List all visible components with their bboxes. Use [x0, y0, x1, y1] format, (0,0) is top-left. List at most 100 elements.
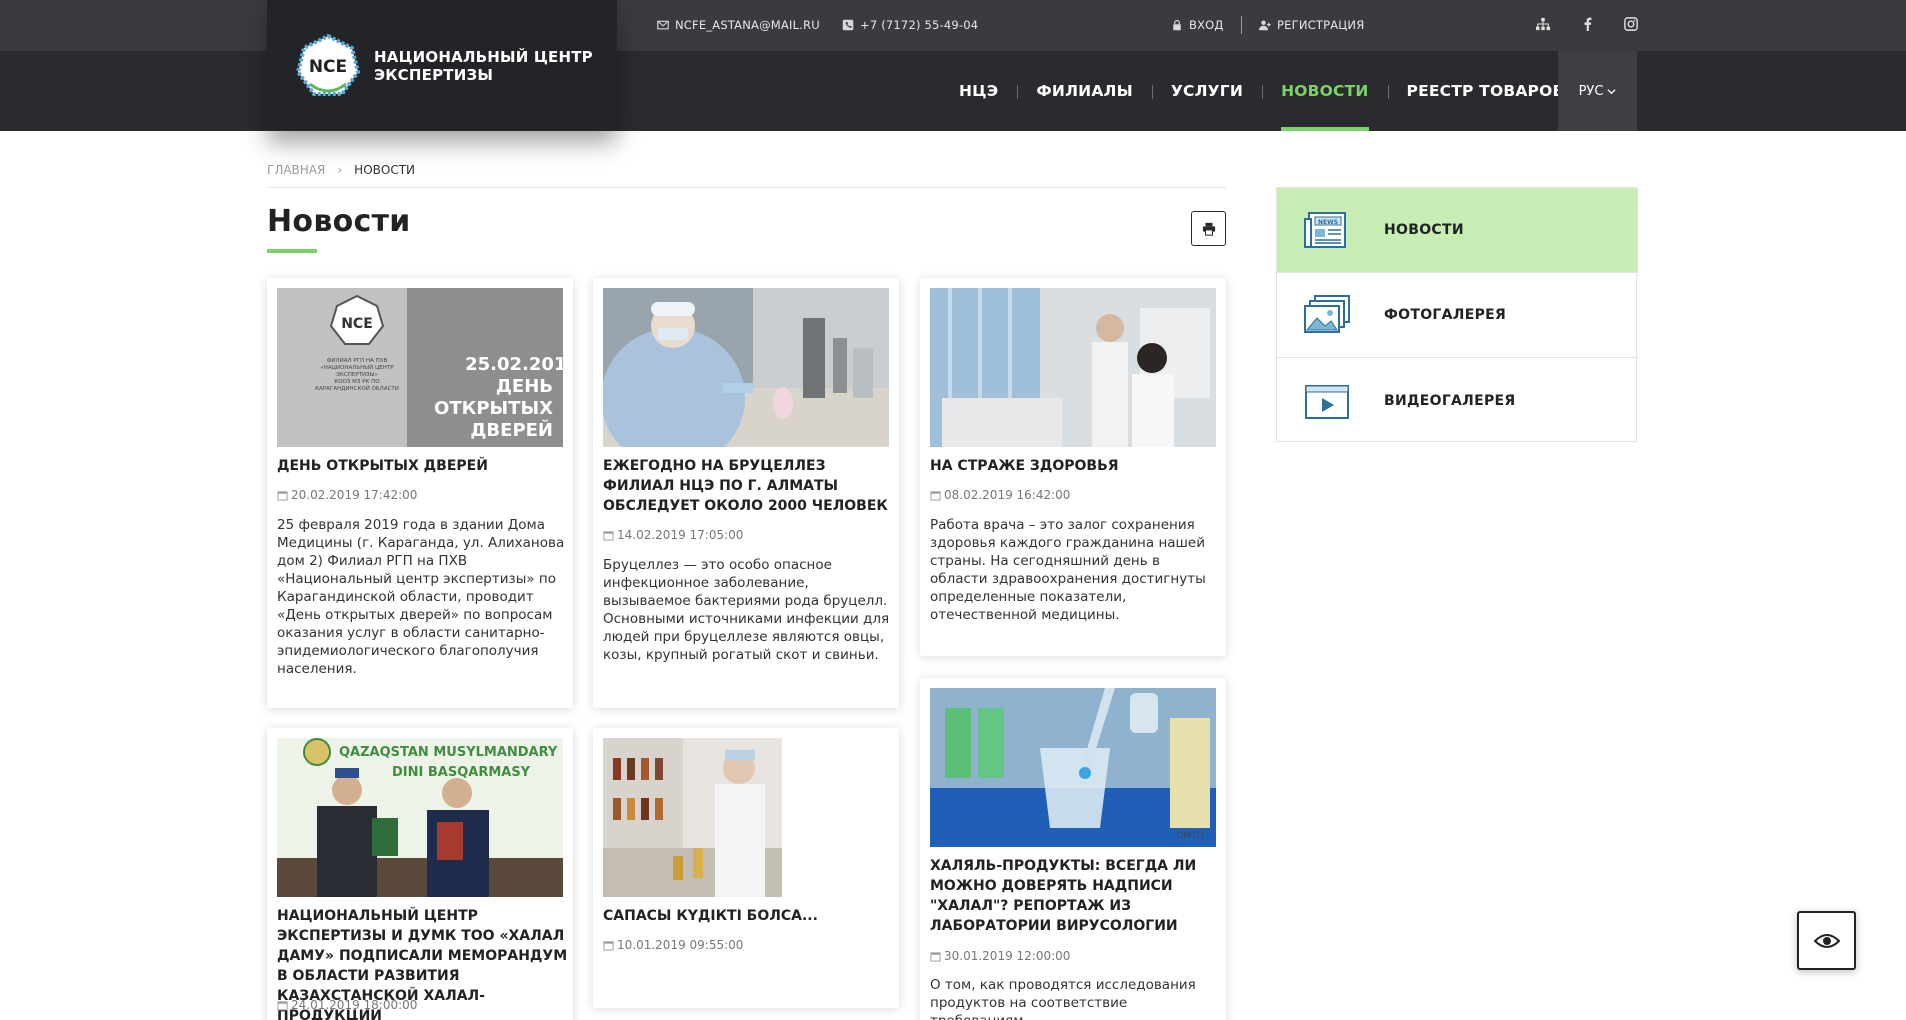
svg-text:ЭКСПЕРТИЗЫ»: ЭКСПЕРТИЗЫ» [336, 372, 378, 378]
news-date-text: 08.02.2019 16:42:00 [944, 488, 1071, 502]
news-date: 20.02.2019 17:42:00 [277, 488, 417, 502]
news-thumbnail[interactable] [603, 738, 782, 897]
title-underline [267, 249, 317, 253]
news-card[interactable]: НА СТРАЖЕ ЗДОРОВЬЯ 08.02.2019 16:42:00 Р… [920, 278, 1226, 656]
news-thumbnail[interactable] [930, 288, 1216, 447]
language-selector[interactable]: РУС [1558, 51, 1637, 131]
photo-gallery-icon [1304, 295, 1350, 333]
breadcrumb-current: НОВОСТИ [354, 163, 416, 177]
news-date: 08.02.2019 16:42:00 [930, 488, 1070, 502]
news-card[interactable]: ЕЖЕГОДНО НА БРУЦЕЛЛЕЗ ФИЛИАЛ НЦЭ ПО Г. А… [593, 278, 899, 708]
news-title[interactable]: ХАЛЯЛЬ-ПРОДУКТЫ: ВСЕГДА ЛИ МОЖНО ДОВЕРЯТ… [930, 856, 1222, 936]
news-title[interactable]: ЕЖЕГОДНО НА БРУЦЕЛЛЕЗ ФИЛИАЛ НЦЭ ПО Г. А… [603, 456, 889, 516]
svg-text:ФИЛИАЛ РГП НА ПХВ: ФИЛИАЛ РГП НА ПХВ [327, 358, 388, 364]
sidebar-item-video-gallery[interactable]: ВИДЕОГАЛЕРЕЯ [1277, 358, 1638, 443]
news-thumbnail[interactable]: NCE ФИЛИАЛ РГП НА ПХВ «НАЦИОНАЛЬНЫЙ ЦЕНТ… [277, 288, 563, 447]
svg-text:«НАЦИОНАЛЬНЫЙ ЦЕНТР: «НАЦИОНАЛЬНЫЙ ЦЕНТР [320, 364, 394, 371]
logo-text: НАЦИОНАЛЬНЫЙ ЦЕНТР ЭКСПЕРТИЗЫ [374, 48, 593, 84]
news-date-text: 20.02.2019 17:42:00 [291, 488, 418, 502]
news-date: 10.01.2019 09:55:00 [603, 938, 743, 952]
accessibility-button[interactable] [1797, 911, 1856, 970]
sidebar-item-label: ВИДЕОГАЛЕРЕЯ [1384, 392, 1516, 409]
news-date: 14.02.2019 17:05:00 [603, 528, 743, 542]
print-button[interactable] [1191, 211, 1226, 246]
breadcrumb-home[interactable]: ГЛАВНАЯ [267, 163, 325, 177]
sidebar-item-label: НОВОСТИ [1384, 222, 1464, 238]
news-date-text: 24.01.2019 18:00:00 [291, 998, 418, 1012]
calendar-icon [277, 1000, 288, 1011]
news-excerpt: 25 февраля 2019 года в здании Дома Медиц… [277, 517, 565, 677]
print-icon [1202, 222, 1215, 236]
language-label: РУС [1578, 83, 1604, 99]
svg-text:КАРАГАНДИНСКОЙ ОБЛАСТИ: КАРАГАНДИНСКОЙ ОБЛАСТИ [315, 385, 399, 392]
news-thumbnail[interactable] [603, 288, 889, 447]
news-date: 24.01.2019 18:00:00 [277, 998, 417, 1012]
news-thumbnail[interactable]: QAZAQSTAN MUSYLMANDARY DINI BASQARMASY [277, 738, 563, 897]
sidebar-item-news[interactable]: NEWS НОВОСТИ [1277, 188, 1638, 273]
nav-item-registry[interactable]: РЕЕСТР ТОВАРОВ [1387, 51, 1584, 131]
svg-text:NCE: NCE [309, 57, 347, 77]
nav-item-news[interactable]: НОВОСТИ [1262, 51, 1387, 131]
site-logo[interactable]: NCE НАЦИОНАЛЬНЫЙ ЦЕНТР ЭКСПЕРТИЗЫ [267, 0, 617, 131]
sidebar-item-photo-gallery[interactable]: ФОТОГАЛЕРЕЯ [1277, 273, 1638, 358]
calendar-icon [930, 490, 941, 501]
svg-text:DINI BASQARMASY: DINI BASQARMASY [392, 765, 531, 780]
chevron-down-icon [1607, 88, 1616, 94]
svg-text:КООЗ МЗ РК ПО: КООЗ МЗ РК ПО [334, 379, 380, 385]
sitemap-link[interactable] [1536, 16, 1554, 34]
instagram-link[interactable] [1624, 16, 1642, 34]
svg-text:25.02.2019: 25.02.2019 [465, 354, 563, 375]
sitemap-icon [1536, 17, 1550, 31]
email-link[interactable]: NCFE_ASTANA@MAIL.RU [657, 18, 820, 32]
register-text: РЕГИСТРАЦИЯ [1277, 18, 1365, 32]
calendar-icon [603, 940, 614, 951]
facebook-link[interactable] [1581, 16, 1599, 34]
sidebar-menu: NEWS НОВОСТИ ФОТОГАЛЕРЕЯ ВИДЕОГАЛЕРЕЯ [1276, 187, 1638, 443]
eye-icon [1813, 933, 1840, 948]
calendar-icon [930, 951, 941, 962]
news-title[interactable]: САПАСЫ КҮДІКТІ БОЛСА... [603, 906, 889, 926]
register-link[interactable]: РЕГИСТРАЦИЯ [1259, 18, 1364, 32]
nav-item-branches[interactable]: ФИЛИАЛЫ [1017, 51, 1152, 131]
news-card[interactable]: QAZAQSTAN MUSYLMANDARY DINI BASQARMASY Н… [267, 728, 573, 1020]
video-gallery-icon [1305, 384, 1349, 419]
news-title[interactable]: НА СТРАЖЕ ЗДОРОВЬЯ [930, 456, 1216, 476]
svg-text:ДВЕРЕЙ: ДВЕРЕЙ [470, 419, 553, 441]
news-date-text: 30.01.2019 12:00:00 [944, 949, 1071, 963]
login-link[interactable]: ВХОД [1171, 18, 1224, 32]
news-card[interactable]: NCE ФИЛИАЛ РГП НА ПХВ «НАЦИОНАЛЬНЫЙ ЦЕНТ… [267, 278, 573, 708]
login-text: ВХОД [1189, 18, 1224, 32]
nav-item-services[interactable]: УСЛУГИ [1151, 51, 1262, 131]
main-nav: НЦЭ ФИЛИАЛЫ УСЛУГИ НОВОСТИ РЕЕСТР ТОВАРО… [940, 51, 1583, 131]
nav-item-nce[interactable]: НЦЭ [940, 51, 1017, 131]
news-date-text: 10.01.2019 09:55:00 [617, 938, 744, 952]
user-plus-icon [1259, 20, 1271, 31]
logo-text-line2: ЭКСПЕРТИЗЫ [374, 65, 494, 84]
page-title: Новости [267, 204, 411, 239]
sidebar-item-label: ФОТОГАЛЕРЕЯ [1384, 307, 1507, 323]
news-card[interactable]: САПАСЫ КҮДІКТІ БОЛСА... 10.01.2019 09:55… [593, 728, 899, 1008]
news-icon: NEWS [1304, 212, 1346, 248]
news-title[interactable]: ДЕНЬ ОТКРЫТЫХ ДВЕРЕЙ [277, 456, 563, 476]
news-card[interactable]: OMTO ХАЛЯЛЬ-ПРОДУКТЫ: ВСЕГДА ЛИ МОЖНО ДО… [920, 678, 1226, 1020]
logo-text-line1: НАЦИОНАЛЬНЫЙ ЦЕНТР [374, 47, 593, 66]
news-thumbnail[interactable]: OMTO [930, 688, 1216, 847]
envelope-icon [657, 20, 669, 30]
phone-icon [842, 19, 854, 31]
calendar-icon [603, 530, 614, 541]
svg-text:ОТКРЫТЫХ: ОТКРЫТЫХ [434, 398, 553, 419]
news-date-text: 14.02.2019 17:05:00 [617, 528, 744, 542]
svg-text:NEWS: NEWS [1318, 219, 1338, 226]
breadcrumb-divider [267, 187, 1226, 188]
email-text: NCFE_ASTANA@MAIL.RU [675, 18, 820, 32]
phone-link[interactable]: +7 (7172) 55-49-04 [842, 18, 978, 32]
news-excerpt: Бруцеллез — это особо опасное инфекционн… [603, 557, 890, 663]
lock-icon [1173, 19, 1181, 31]
svg-text:QAZAQSTAN MUSYLMANDARY: QAZAQSTAN MUSYLMANDARY [339, 745, 558, 760]
breadcrumb: ГЛАВНАЯ › НОВОСТИ [267, 163, 415, 177]
svg-text:NCE: NCE [341, 316, 373, 332]
breadcrumb-separator: › [337, 163, 343, 177]
news-date: 30.01.2019 12:00:00 [930, 949, 1070, 963]
news-excerpt: Работа врача – это залог сохранения здор… [930, 517, 1206, 623]
svg-text:OMTO: OMTO [1176, 831, 1203, 841]
